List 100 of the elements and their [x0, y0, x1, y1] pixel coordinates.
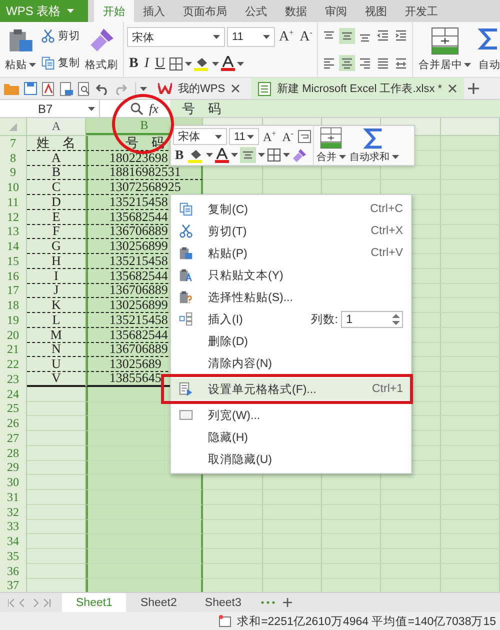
autosum-button[interactable]: 自动: [476, 25, 500, 74]
row-number[interactable]: 36: [0, 564, 27, 578]
row-number[interactable]: 15: [0, 254, 27, 269]
format-cells-icon[interactable]: [179, 382, 193, 396]
sheet-tab[interactable]: Sheet2: [126, 593, 191, 612]
ribbon-tab[interactable]: 视图: [356, 0, 396, 22]
status-icon[interactable]: [219, 615, 232, 627]
menu-item[interactable]: 设置单元格格式(F)... Ctrl+1: [171, 378, 411, 400]
merge-button[interactable]: 合并: [316, 127, 347, 164]
ribbon-tab[interactable]: 开发工: [396, 0, 447, 22]
caret-icon[interactable]: [206, 153, 213, 157]
formula-field[interactable]: 号 码: [170, 100, 500, 117]
scissors-icon[interactable]: [41, 29, 55, 44]
menu-item[interactable]: 列宽(W)...: [171, 404, 411, 426]
format-painter-button[interactable]: 格式刷: [83, 25, 120, 74]
autosum-button[interactable]: 自动求和: [348, 127, 400, 164]
caret-icon[interactable]: [212, 62, 220, 66]
row-number[interactable]: 14: [0, 239, 27, 254]
row-number[interactable]: 13: [0, 224, 27, 240]
row-number[interactable]: 7: [0, 136, 27, 151]
paste-button[interactable]: 粘贴: [3, 25, 38, 74]
print-preview-icon[interactable]: [60, 82, 73, 96]
font-name-field[interactable]: 宋体: [127, 27, 225, 48]
row-number[interactable]: 28: [0, 446, 27, 460]
caret-icon[interactable]: [140, 86, 147, 90]
borders-icon[interactable]: [169, 56, 184, 71]
pdf-icon[interactable]: [42, 82, 55, 96]
row-number[interactable]: 16: [0, 268, 27, 284]
row-number[interactable]: 17: [0, 284, 27, 298]
sheet-tab[interactable]: Sheet3: [190, 593, 256, 612]
row-number[interactable]: 27: [0, 431, 27, 446]
menu-item[interactable]: 隐藏(H): [171, 426, 411, 448]
menu-item[interactable]: 取消隐藏(U): [171, 448, 411, 470]
underline-button[interactable]: U: [153, 56, 168, 72]
caret-icon[interactable]: [282, 153, 290, 157]
row-number[interactable]: 20: [0, 328, 27, 342]
count-field[interactable]: 1: [341, 310, 403, 328]
row-number[interactable]: 34: [0, 534, 27, 549]
column-width-icon[interactable]: [179, 408, 193, 422]
row-number[interactable]: 35: [0, 549, 27, 564]
row-number[interactable]: 24: [0, 386, 27, 402]
clipboard-button[interactable]: 剪切: [41, 29, 80, 44]
clipboard-button[interactable]: 复制: [41, 56, 80, 70]
caret-icon[interactable]: [338, 155, 346, 159]
caret-icon[interactable]: [392, 155, 399, 159]
row-number[interactable]: 31: [0, 490, 27, 505]
insert-cells-icon[interactable]: [179, 312, 193, 326]
bold-button[interactable]: B: [127, 56, 140, 72]
name-box[interactable]: B7: [0, 100, 100, 117]
caret-icon[interactable]: [464, 63, 472, 67]
shrink-font-button[interactable]: A$^{-}$: [280, 128, 296, 144]
caret-icon[interactable]: [237, 62, 244, 66]
ribbon-tab[interactable]: 插入: [134, 0, 174, 22]
ribbon-tab[interactable]: 开始: [94, 0, 134, 22]
caret-icon[interactable]: [88, 106, 95, 110]
sheet-tab[interactable]: Sheet1: [62, 593, 126, 612]
row-number[interactable]: 8: [0, 150, 27, 166]
align-button[interactable]: [240, 147, 256, 163]
font-name-field[interactable]: 宋体: [173, 128, 227, 145]
zoom-icon[interactable]: [130, 102, 143, 115]
grow-font-button[interactable]: A$^{+}$: [277, 28, 296, 46]
caret-icon[interactable]: [230, 153, 238, 157]
copy-icon[interactable]: [179, 202, 193, 216]
document-tab[interactable]: 我的WPS: [151, 78, 248, 99]
clipboard-icon[interactable]: [179, 246, 193, 260]
caret-icon[interactable]: [213, 35, 220, 40]
fill-color-icon[interactable]: [194, 56, 210, 72]
paste-special-icon[interactable]: [179, 290, 193, 304]
row-number[interactable]: 10: [0, 180, 27, 195]
caret-icon[interactable]: [66, 9, 74, 13]
close-icon[interactable]: [231, 84, 240, 93]
row-number[interactable]: 22: [0, 357, 27, 372]
font-color-icon[interactable]: [221, 56, 236, 72]
wrap-text-icon[interactable]: [298, 130, 311, 143]
more-icon[interactable]: [261, 601, 276, 604]
caret-icon[interactable]: [263, 35, 270, 40]
row-number[interactable]: 25: [0, 402, 27, 416]
row-number[interactable]: 32: [0, 504, 27, 520]
format-painter-icon[interactable]: [292, 148, 307, 162]
sum-icon[interactable]: [478, 27, 500, 51]
ribbon-tab[interactable]: 数据: [276, 0, 316, 22]
row-number[interactable]: 30: [0, 475, 27, 490]
font-size-field[interactable]: 11: [227, 27, 275, 48]
italic-button[interactable]: I: [142, 56, 152, 72]
grow-font-button[interactable]: A$^{+}$: [261, 128, 278, 144]
caret-icon[interactable]: [258, 153, 265, 157]
clipboard-icon[interactable]: [8, 27, 34, 53]
row-number[interactable]: 26: [0, 416, 27, 431]
row-number[interactable]: 33: [0, 520, 27, 534]
align-button[interactable]: [339, 54, 356, 71]
merge-cells-icon[interactable]: [320, 127, 342, 149]
caret-icon[interactable]: [185, 62, 192, 66]
paste-text-icon[interactable]: [179, 268, 193, 282]
close-icon[interactable]: [448, 84, 458, 93]
function-button[interactable]: fx: [149, 100, 158, 116]
borders-icon[interactable]: [266, 148, 281, 162]
ribbon-tab[interactable]: 页面布局: [174, 0, 236, 22]
shrink-font-button[interactable]: A$^{-}$: [298, 28, 314, 46]
ribbon-tab[interactable]: 审阅: [316, 0, 356, 22]
document-tab[interactable]: 新建 Microsoft Excel 工作表.xlsx *: [251, 78, 464, 99]
